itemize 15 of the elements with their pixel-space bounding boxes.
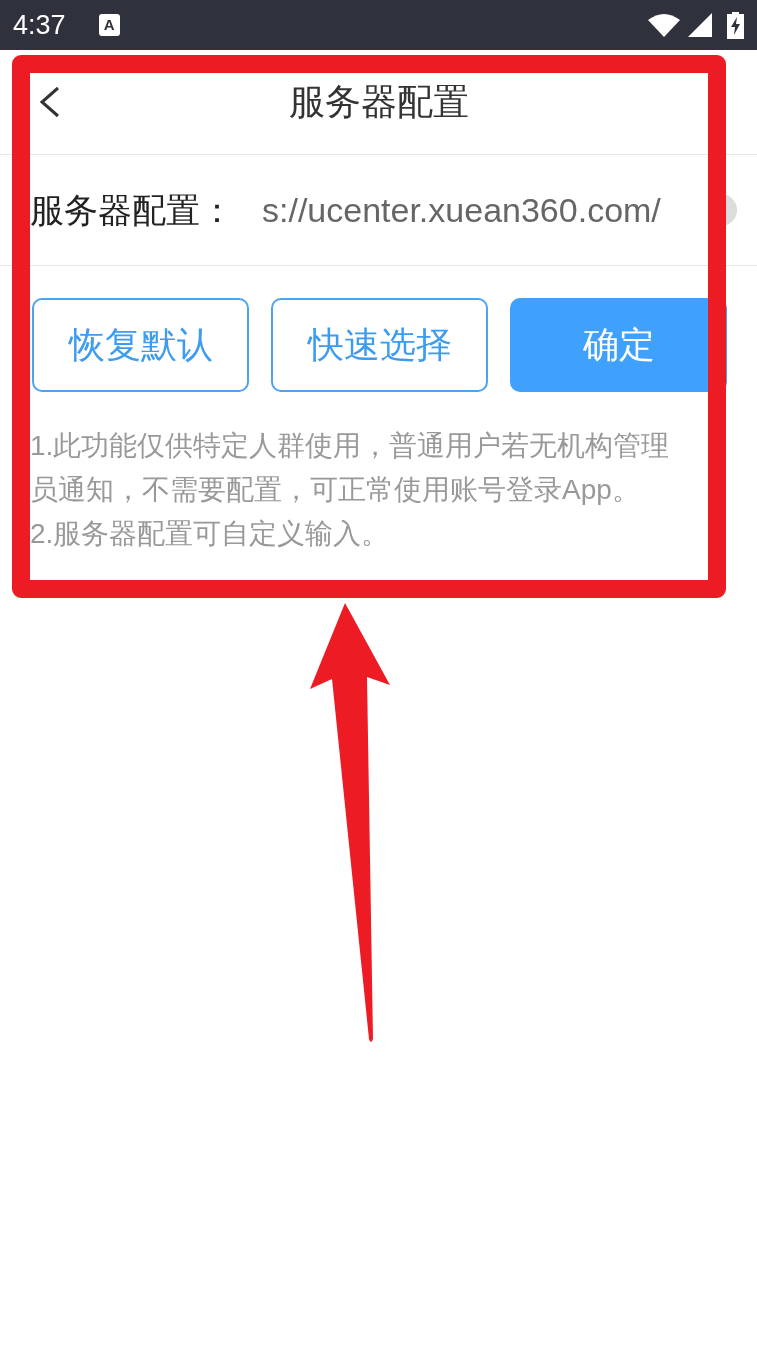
status-time: 4:37 bbox=[13, 11, 66, 39]
action-button[interactable]: 恢复默认 bbox=[32, 298, 249, 392]
action-button[interactable]: 确定 bbox=[510, 298, 727, 392]
note-text: 1.此功能仅供特定人群使用，普通用户若无机构管理员通知，不需要配置，可正常使用账号登录App。 bbox=[30, 429, 671, 507]
back-chevron-icon bbox=[39, 86, 61, 118]
input-method-badge: A bbox=[98, 14, 120, 36]
page-title: 服务器配置 bbox=[288, 80, 469, 124]
server-url-field[interactable]: s://ucenter.xuean360.com/ bbox=[262, 184, 726, 236]
back-button[interactable] bbox=[38, 85, 62, 119]
wifi-icon bbox=[648, 13, 680, 37]
action-button[interactable]: 快速选择 bbox=[271, 298, 488, 392]
note-text: 2.服务器配置可自定义输入。 bbox=[30, 517, 391, 551]
signal-icon bbox=[688, 13, 712, 37]
field-label: 服务器配置： bbox=[30, 189, 234, 231]
battery-charging-icon bbox=[727, 11, 744, 39]
